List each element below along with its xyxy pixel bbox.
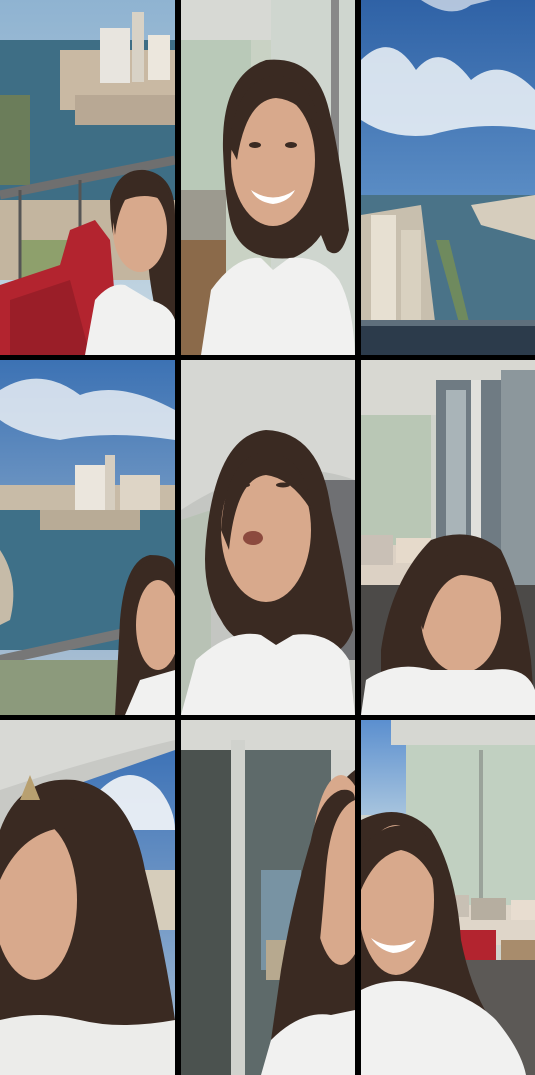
photo-tile-8 xyxy=(181,720,355,1075)
photo-smiling-woman-balcony xyxy=(181,0,355,355)
photo-tile-2 xyxy=(181,0,355,355)
photo-tile-6 xyxy=(361,360,535,715)
photo-balcony-sofa-woman xyxy=(361,360,535,715)
photo-sky-waterway-view xyxy=(361,0,535,355)
photo-tile-3 xyxy=(361,0,535,355)
photo-tile-4 xyxy=(0,360,175,715)
photo-woman-close-up-sky xyxy=(0,720,175,1075)
photo-collage-grid xyxy=(0,0,535,1075)
photo-tile-9 xyxy=(361,720,535,1075)
photo-woman-glass-door xyxy=(181,720,355,1075)
photo-tile-5 xyxy=(181,360,355,715)
photo-tile-1 xyxy=(0,0,175,355)
photo-balcony-city-view xyxy=(0,0,175,355)
photo-city-waterway-woman-edge xyxy=(0,360,175,715)
photo-woman-talking xyxy=(181,360,355,715)
photo-tile-7 xyxy=(0,720,175,1075)
photo-smiling-woman-furniture xyxy=(361,720,535,1075)
